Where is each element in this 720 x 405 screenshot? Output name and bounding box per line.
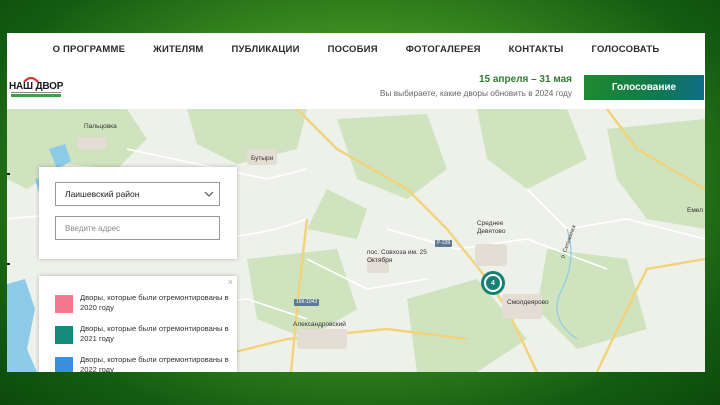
- legend-swatch: [55, 357, 73, 372]
- main-nav: О ПРОГРАММЕ ЖИТЕЛЯМ ПУБЛИКАЦИИ ПОСОБИЯ Ф…: [7, 33, 705, 65]
- nav-photo-gallery[interactable]: ФОТОГАЛЕРЕЯ: [406, 44, 481, 55]
- map-place-label: Смолдеярово: [507, 299, 549, 306]
- logo-text: НАШ ДВОР: [9, 81, 64, 92]
- road-badge: 16К-1043: [294, 299, 320, 306]
- nav-about[interactable]: О ПРОГРАММЕ: [53, 44, 126, 55]
- map-place-label: Бутыри: [251, 155, 274, 162]
- nav-publications[interactable]: ПУБЛИКАЦИИ: [232, 44, 300, 55]
- filter-panel: Лаишевский район: [39, 167, 237, 259]
- legend-item: Дворы, которые были отремонтированы в 20…: [55, 293, 230, 319]
- map-place-label: Емел: [687, 207, 703, 214]
- legend-swatch: [55, 295, 73, 313]
- legend-text: Дворы, которые были отремонтированы в 20…: [80, 293, 229, 312]
- legend-item: Дворы, которые были отремонтированы в 20…: [55, 324, 230, 350]
- nav-contacts[interactable]: КОНТАКТЫ: [509, 44, 564, 55]
- map-place-label: Пальцовка: [84, 123, 117, 130]
- close-icon[interactable]: ×: [228, 277, 233, 287]
- logo-underline: [11, 92, 61, 93]
- legend-text: Дворы, которые были отремонтированы в 20…: [80, 355, 229, 372]
- map-place-label: Александровский: [293, 321, 346, 328]
- district-select[interactable]: Лаишевский район: [55, 182, 220, 206]
- browser-screen: О ПРОГРАММЕ ЖИТЕЛЯМ ПУБЛИКАЦИИ ПОСОБИЯ Ф…: [7, 33, 705, 372]
- map-tick: [7, 173, 10, 175]
- legend-text: Дворы, которые были отремонтированы в 20…: [80, 324, 229, 343]
- map-cluster-marker[interactable]: 4: [481, 271, 505, 295]
- map-tick: [7, 263, 10, 265]
- legend-swatch: [55, 326, 73, 344]
- address-input[interactable]: [55, 216, 220, 240]
- map-place-label: пос. Совхоза им. 25 Октября: [367, 249, 427, 264]
- nav-manuals[interactable]: ПОСОБИЯ: [328, 44, 378, 55]
- chevron-down-icon: [204, 191, 214, 197]
- voting-dates: 15 апреля – 31 мая: [478, 74, 572, 85]
- vote-button[interactable]: Голосование: [584, 75, 704, 100]
- nav-vote[interactable]: ГОЛОСОВАТЬ: [592, 44, 660, 55]
- map-place-label: Среднее Девятово: [477, 220, 506, 235]
- voting-tagline: Вы выбираете, какие дворы обновить в 202…: [379, 88, 572, 98]
- nav-residents[interactable]: ЖИТЕЛЯМ: [153, 44, 203, 55]
- logo[interactable]: НАШ ДВОР: [9, 73, 69, 99]
- cluster-count: 4: [486, 276, 500, 290]
- logo-bar: [11, 94, 61, 97]
- legend-item: Дворы, которые были отремонтированы в 20…: [55, 355, 230, 372]
- road-badge: Р-239: [435, 240, 453, 247]
- legend-panel: × Дворы, которые были отремонтированы в …: [39, 276, 237, 372]
- district-value: Лаишевский район: [65, 189, 140, 199]
